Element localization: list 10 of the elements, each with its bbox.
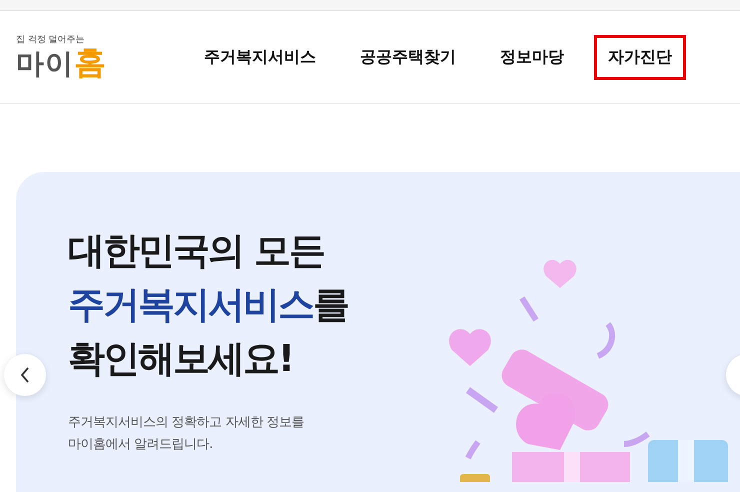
hero-description: 주거복지서비스의 정확하고 자세한 정보를 마이홈에서 알려드립니다. xyxy=(68,414,305,454)
nav-link[interactable]: 주거복지서비스 xyxy=(190,34,330,80)
site-logo[interactable]: 마이 홈 xyxy=(16,46,166,78)
nav-link[interactable]: 자가진단 xyxy=(594,34,686,80)
chevron-left-icon xyxy=(20,367,30,383)
nav-link[interactable]: 정보마당 xyxy=(486,34,578,80)
previous-slide-button[interactable] xyxy=(4,354,46,396)
hero-headline: 대한민국의 모든 주거복지서비스를 확인해보세요! xyxy=(68,228,349,382)
logo-tagline: 집 걱정 덜어주는 xyxy=(16,36,86,45)
nav-link[interactable]: 공공주택찾기 xyxy=(346,34,470,80)
